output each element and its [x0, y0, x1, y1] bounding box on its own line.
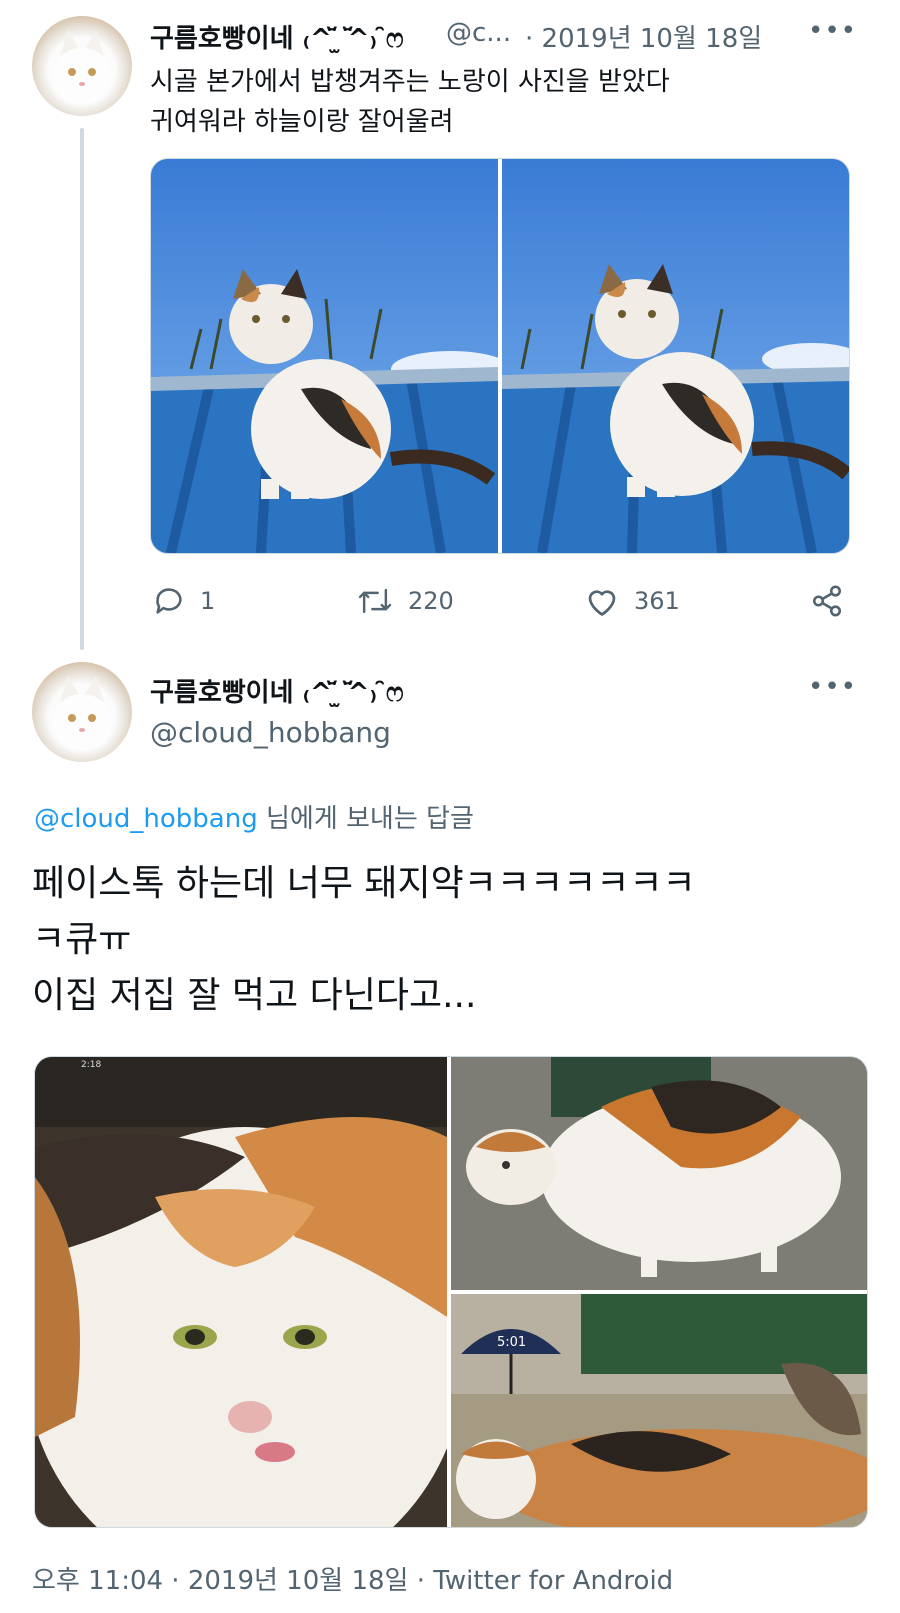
media-grid: 2:18 5:01: [34, 1056, 868, 1528]
cat-photo[interactable]: [502, 159, 849, 553]
thread-line: [80, 128, 84, 650]
like-button[interactable]: 361: [584, 584, 680, 618]
tweet-text: 페이스톡 하는데 너무 돼지약ㅋㅋㅋㅋㅋㅋㅋ ㅋ큐ㅠ 이집 저집 잘 먹고 다닌…: [32, 856, 882, 1024]
share-icon[interactable]: [810, 584, 844, 622]
reply-count: 1: [200, 587, 216, 615]
tweet-text-line: ㅋ큐ㅠ: [32, 919, 132, 960]
reply-icon: [156, 588, 182, 614]
avatar[interactable]: [32, 16, 132, 116]
tweet-text: 시골 본가에서 밥챙겨주는 노랑이 사진을 받았다 귀여워라 하늘이랑 잘어울려: [150, 62, 670, 142]
reply-to-label: 님에게 보내는 답글: [257, 804, 474, 834]
reply-to-handle[interactable]: @cloud_hobbang: [34, 804, 258, 834]
cat-video-still[interactable]: 5:01: [451, 1294, 867, 1527]
reply-context: @cloud_hobbang 님에게 보내는 답글: [34, 798, 474, 835]
tweet-timestamp[interactable]: 오후 11:04 · 2019년 10월 18일 · Twitter for A…: [32, 1560, 673, 1597]
tweet-text-line: 이집 저집 잘 먹고 다닌다고...: [32, 975, 477, 1016]
media-grid: [150, 158, 850, 554]
avatar[interactable]: [32, 662, 132, 762]
display-name[interactable]: 구름호빵이네 ₍^꙼̈ ̫ ꙼̈^₎ ̑̑ෆ: [150, 18, 404, 55]
cat-video-still[interactable]: 2:18: [35, 1057, 465, 1527]
video-timestamp: 5:01: [497, 1335, 526, 1350]
tweet-date[interactable]: · 2019년 10월 18일: [525, 18, 762, 55]
retweet-button[interactable]: 220: [356, 584, 454, 618]
cat-photo[interactable]: [451, 1057, 867, 1290]
tweet-text-line: 시골 본가에서 밥챙겨주는 노랑이 사진을 받았다: [150, 67, 670, 97]
more-horizontal-icon[interactable]: •••: [808, 16, 857, 46]
display-name[interactable]: 구름호빵이네 ₍^꙼̈ ̫ ꙼̈^₎ ̑̑ෆ: [150, 672, 404, 709]
more-horizontal-icon[interactable]: •••: [808, 672, 857, 702]
heart-icon: [588, 590, 616, 616]
cat-photo[interactable]: [151, 159, 498, 553]
handle[interactable]: @cloud_hobbang: [150, 716, 391, 749]
tweet-text-line: 페이스톡 하는데 너무 돼지약ㅋㅋㅋㅋㅋㅋㅋ: [32, 863, 696, 904]
reply-button[interactable]: 1: [152, 584, 215, 618]
retweet-count: 220: [408, 587, 454, 615]
retweet-icon: [358, 588, 392, 614]
handle[interactable]: @c...: [446, 18, 511, 48]
video-timestamp-small: 2:18: [81, 1060, 101, 1070]
tweet-text-line: 귀여워라 하늘이랑 잘어울려: [150, 107, 454, 137]
like-count: 361: [634, 587, 680, 615]
